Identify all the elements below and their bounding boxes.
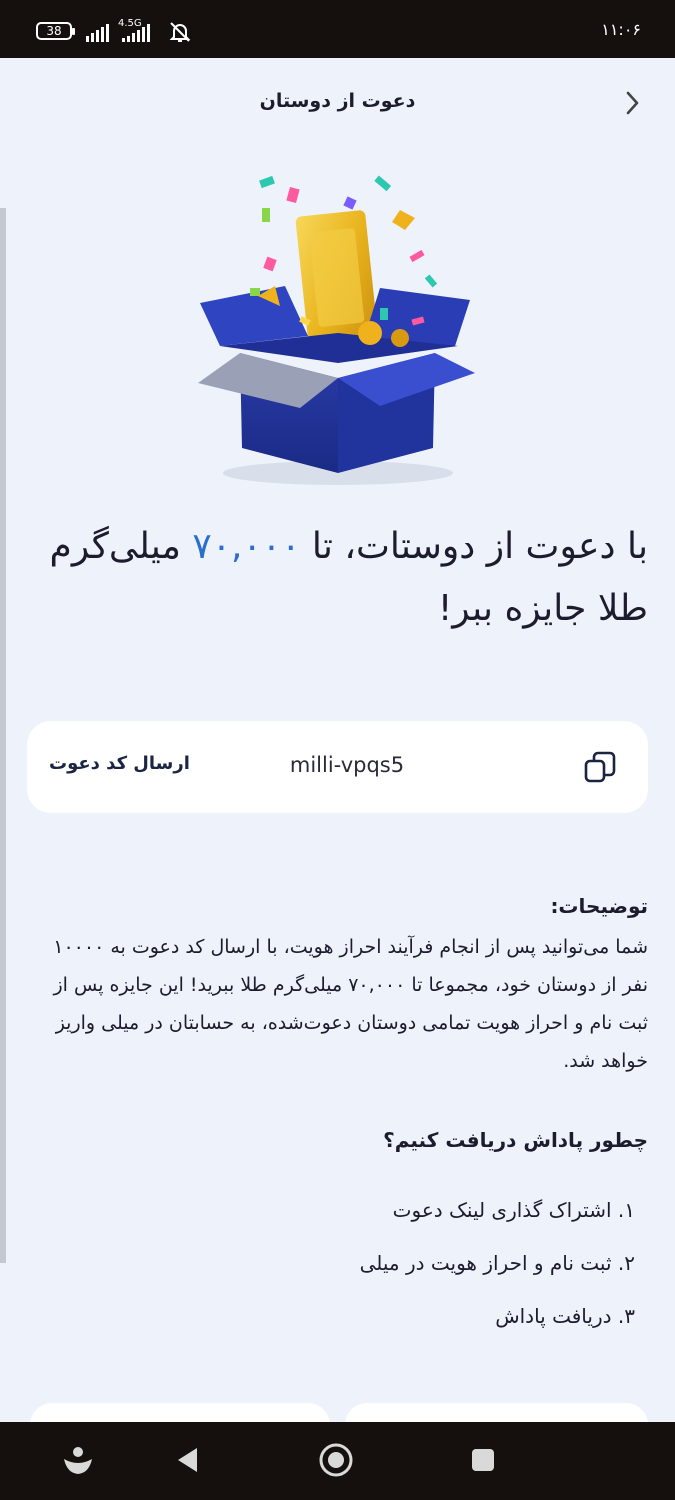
- signal-icon: [86, 22, 109, 42]
- signal-icon-2: [122, 22, 150, 42]
- step-item: ۲. ثبت نام و احراز هویت در میلی: [359, 1251, 635, 1275]
- step-item: ۳. دریافت پاداش: [495, 1304, 635, 1328]
- description-title: توضیحات:: [550, 894, 648, 918]
- copy-icon[interactable]: [582, 749, 618, 785]
- send-invite-code-button[interactable]: ارسال کد دعوت: [49, 753, 190, 774]
- home-icon[interactable]: [316, 1440, 356, 1480]
- clock: ۱۱:۰۶: [601, 20, 641, 39]
- page-title: دعوت از دوستان: [259, 90, 416, 112]
- steps-list: ۱. اشتراک گذاری لینک دعوت ۲. ثبت نام و ا…: [360, 1198, 635, 1357]
- recents-icon[interactable]: [463, 1440, 503, 1480]
- invite-code-card: milli-vpqs5 ارسال کد دعوت: [27, 721, 648, 813]
- mute-bell-icon: [169, 22, 191, 42]
- headline-prefix: با دعوت از دوستات، تا: [300, 526, 648, 567]
- bottom-card-right[interactable]: [345, 1403, 648, 1422]
- headline: با دعوت از دوستات، تا ۷۰,۰۰۰ میلی‌گرم طل…: [28, 516, 648, 640]
- gift-box-illustration: [198, 175, 475, 485]
- bottom-card-left[interactable]: [30, 1403, 330, 1422]
- headline-amount: ۷۰,۰۰۰: [192, 526, 301, 567]
- app-screen: دعوت از دوستان با دعوت از دوستات، تا ۷۰,…: [0, 58, 675, 1422]
- status-bar: 38 4.5G ۱۱:۰۶: [0, 0, 675, 58]
- chevron-right-icon[interactable]: [617, 88, 647, 118]
- system-nav-bar: [0, 1422, 675, 1500]
- description-text: شما می‌توانید پس از انجام فرآیند احراز ه…: [53, 936, 648, 1072]
- back-icon[interactable]: [168, 1440, 208, 1480]
- howto-title: چطور پاداش دریافت کنیم؟: [383, 1128, 648, 1152]
- step-item: ۱. اشتراک گذاری لینک دعوت: [392, 1198, 635, 1222]
- assistant-icon[interactable]: [58, 1440, 98, 1480]
- header: دعوت از دوستان: [0, 58, 675, 148]
- invite-code: milli-vpqs5: [289, 753, 405, 777]
- battery-icon: 38: [36, 22, 75, 40]
- scroll-indicator: [0, 208, 6, 1263]
